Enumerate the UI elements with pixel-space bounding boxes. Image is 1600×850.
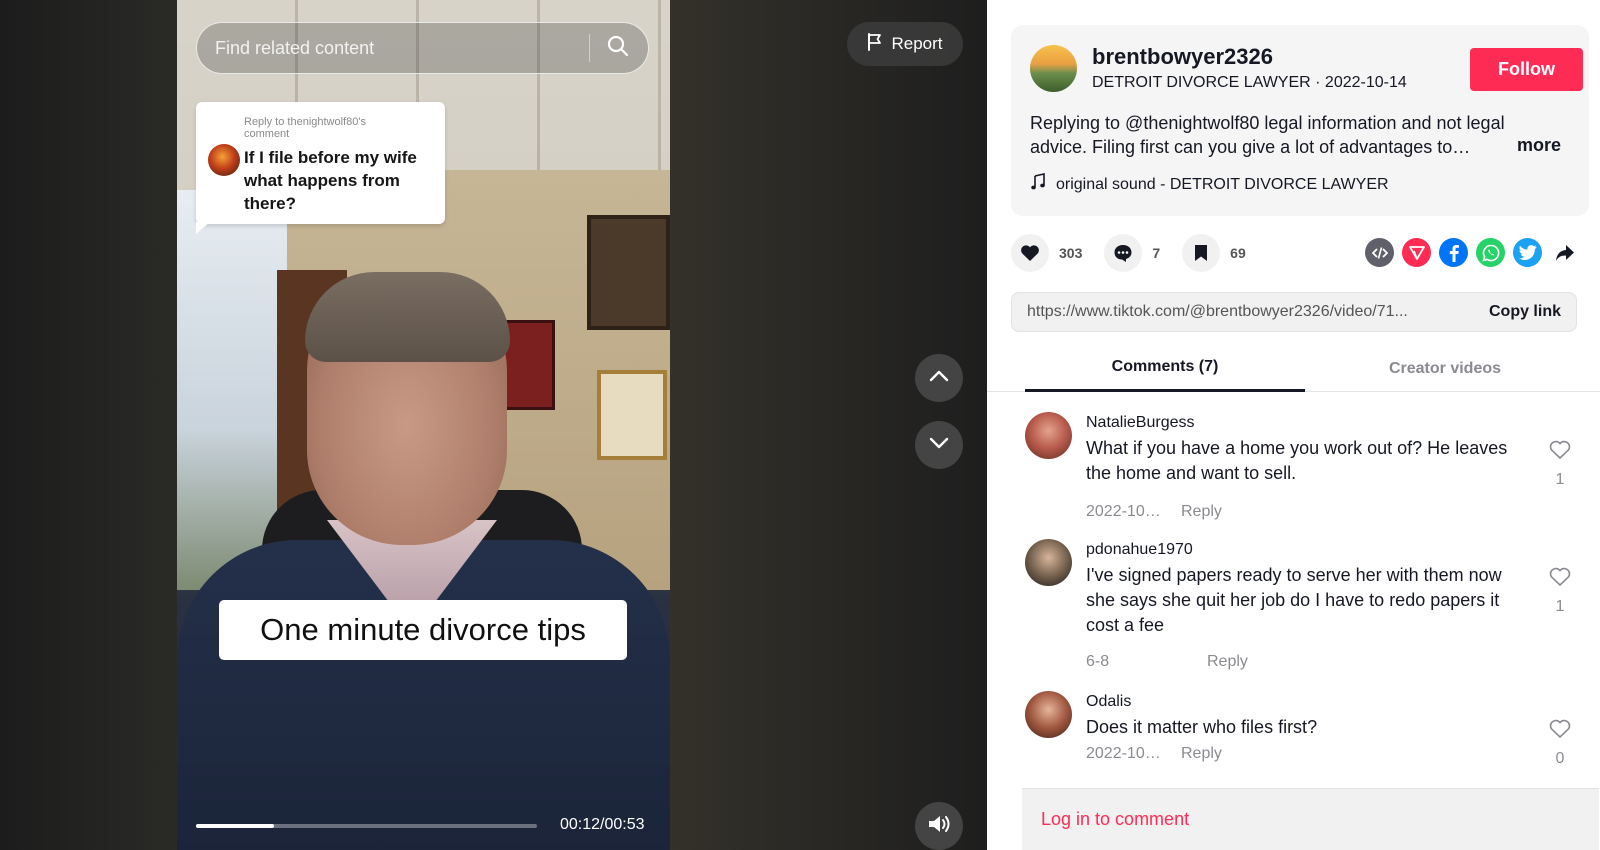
tab-comments[interactable]: Comments (7) — [1025, 345, 1305, 392]
heart-icon[interactable] — [1011, 234, 1049, 272]
comment-date: 6-8 — [1086, 653, 1110, 670]
heart-outline-icon[interactable] — [1549, 719, 1571, 744]
comment-item: Odalis Does it matter who files first? 2… — [1025, 679, 1585, 763]
report-label: Report — [891, 34, 943, 53]
comment-text: I've signed papers ready to serve her wi… — [1086, 565, 1502, 635]
comment-username[interactable]: NatalieBurgess — [1086, 414, 1195, 432]
heart-outline-icon[interactable] — [1549, 440, 1571, 465]
comment-like-count: 1 — [1555, 471, 1565, 488]
comment-text: What if you have a home you work out of?… — [1086, 438, 1508, 483]
copy-link-button[interactable]: Copy link — [1489, 303, 1561, 321]
comment-like[interactable]: 1 — [1548, 440, 1572, 489]
next-video-button[interactable] — [915, 421, 963, 469]
comment-username[interactable]: Odalis — [1086, 693, 1131, 711]
comment-item: pdonahue1970 I've signed papers ready to… — [1025, 527, 1585, 677]
author-username[interactable]: brentbowyer2326 — [1092, 44, 1273, 70]
like-count: 303 — [1059, 245, 1083, 261]
video-diploma-frame — [587, 215, 670, 330]
comment-avatar[interactable] — [1025, 539, 1072, 586]
save-count: 69 — [1230, 245, 1246, 261]
comment-like-count: 0 — [1555, 750, 1565, 763]
comment-icon[interactable] — [1104, 234, 1143, 272]
reply-question: If I file before my wife what happens fr… — [244, 148, 417, 213]
facebook-icon[interactable] — [1439, 238, 1468, 267]
heart-outline-icon[interactable] — [1549, 567, 1571, 592]
music-note-icon — [1030, 173, 1046, 196]
tab-creator-videos[interactable]: Creator videos — [1305, 345, 1585, 392]
volume-button[interactable] — [915, 802, 963, 850]
sound-label: original sound - DETROIT DIVORCE LAWYER — [1056, 175, 1389, 193]
comment-reply-button[interactable]: Reply — [1181, 745, 1222, 763]
reply-avatar — [208, 144, 240, 176]
speaker-icon — [926, 812, 952, 841]
comment-text: Does it matter who files first? — [1086, 717, 1318, 737]
send-icon[interactable] — [1402, 238, 1431, 267]
progress-bar[interactable] — [196, 824, 537, 828]
flag-icon — [867, 32, 883, 56]
search-input[interactable]: Find related content — [215, 38, 589, 59]
previous-video-button[interactable] — [915, 354, 963, 402]
sound-link[interactable]: original sound - DETROIT DIVORCE LAWYER — [1030, 173, 1389, 196]
reply-meta: Reply to thenightwolf80's comment — [244, 116, 366, 140]
follow-button[interactable]: Follow — [1470, 48, 1583, 91]
share-icons — [1365, 238, 1579, 267]
reply-comment-card: Reply to thenightwolf80's comment If I f… — [196, 102, 445, 224]
tab-bar: Comments (7) Creator videos — [987, 345, 1600, 392]
chevron-down-icon — [927, 431, 951, 460]
video-certificate-frame — [597, 370, 667, 460]
video-stage: Find related content Reply to thenightwo… — [0, 0, 987, 850]
author-subline: DETROIT DIVORCE LAWYER · 2022-10-14 — [1092, 74, 1407, 91]
action-bar: 303 7 69 — [1011, 233, 1268, 273]
comment-date: 2022-10… — [1086, 745, 1161, 762]
twitter-icon[interactable] — [1513, 238, 1542, 267]
chevron-up-icon — [927, 364, 951, 393]
video-person-hair — [305, 272, 510, 362]
time-display: 00:12/00:53 — [560, 816, 645, 833]
more-button[interactable]: more — [1517, 135, 1561, 156]
video-caption: One minute divorce tips — [219, 600, 627, 660]
comment-list: NatalieBurgess What if you have a home y… — [987, 400, 1600, 763]
author-info-card: brentbowyer2326 DETROIT DIVORCE LAWYER ·… — [1011, 25, 1589, 216]
comment-count: 7 — [1152, 245, 1161, 261]
comment-like-count: 1 — [1555, 598, 1565, 615]
comment-reply-button[interactable]: Reply — [1181, 503, 1222, 521]
whatsapp-icon[interactable] — [1476, 238, 1505, 267]
embed-icon[interactable] — [1365, 238, 1394, 267]
report-button[interactable]: Report — [847, 22, 963, 66]
comment-avatar[interactable] — [1025, 691, 1072, 738]
save-action[interactable]: 69 — [1182, 234, 1246, 272]
login-to-comment[interactable]: Log in to comment — [1022, 788, 1599, 850]
progress-fill — [196, 824, 275, 828]
author-avatar[interactable] — [1030, 45, 1077, 92]
search-divider — [589, 34, 590, 62]
comment-date: 2022-10… — [1086, 503, 1161, 520]
comment-like[interactable]: 0 — [1548, 719, 1572, 763]
comment-like[interactable]: 1 — [1548, 567, 1572, 616]
details-panel: brentbowyer2326 DETROIT DIVORCE LAWYER ·… — [987, 0, 1600, 850]
search-icon[interactable] — [606, 34, 630, 63]
search-bar[interactable]: Find related content — [196, 22, 649, 74]
comment-item: NatalieBurgess What if you have a home y… — [1025, 400, 1585, 525]
comment-action[interactable]: 7 — [1104, 234, 1160, 272]
video-description: Replying to @thenightwolf80 legal inform… — [1030, 113, 1505, 157]
like-action[interactable]: 303 — [1011, 234, 1082, 272]
link-copy-box: https://www.tiktok.com/@brentbowyer2326/… — [1011, 292, 1577, 332]
comment-reply-button[interactable]: Reply — [1207, 653, 1248, 671]
video-link[interactable]: https://www.tiktok.com/@brentbowyer2326/… — [1027, 303, 1473, 321]
bookmark-icon[interactable] — [1182, 234, 1221, 272]
share-arrow-icon[interactable] — [1550, 238, 1579, 267]
comment-username[interactable]: pdonahue1970 — [1086, 541, 1193, 559]
comment-avatar[interactable] — [1025, 412, 1072, 459]
